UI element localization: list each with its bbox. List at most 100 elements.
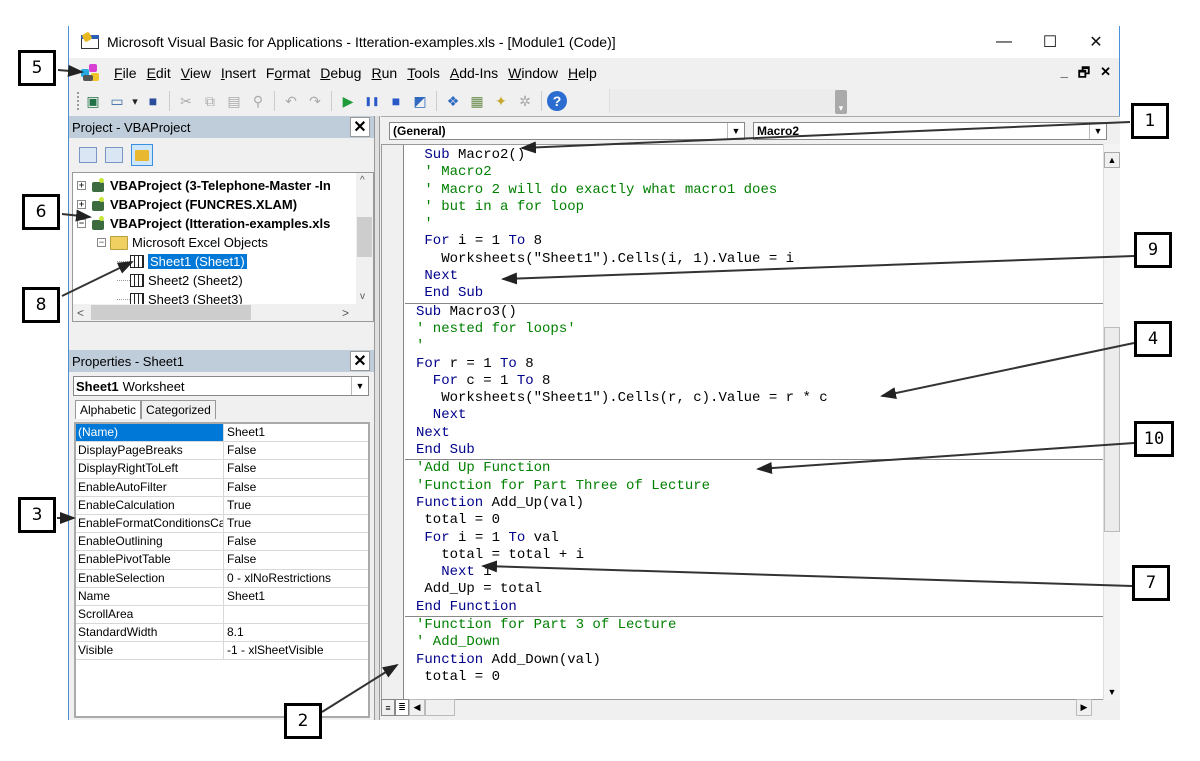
scroll-right-icon[interactable]: > [342,306,349,320]
code-line[interactable]: 'Function for Part Three of Lecture [405,478,1105,495]
pane-splitter[interactable] [374,116,380,720]
property-row[interactable]: EnableAutoFilter False [76,478,368,497]
scroll-thumb[interactable] [357,217,372,257]
code-line[interactable]: Next [405,407,1105,424]
help-icon[interactable]: ? [547,91,567,111]
code-line[interactable]: For i = 1 To 8 [405,233,1105,250]
undo-icon[interactable]: ↶ [280,90,302,112]
scroll-thumb[interactable] [425,699,455,716]
properties-close-button[interactable]: ✕ [350,351,370,371]
property-row[interactable]: StandardWidth 8.1 [76,624,368,643]
scroll-thumb[interactable] [91,305,251,320]
properties-window-icon[interactable]: ▦ [466,90,488,112]
property-value[interactable]: -1 - xlSheetVisible [224,642,368,659]
chevron-down-icon[interactable]: ▼ [351,377,368,395]
design-mode-icon[interactable]: ◩ [409,90,431,112]
menu-window[interactable]: Window [503,65,563,81]
object-combo[interactable]: (General) ▼ [389,122,745,140]
reset-icon[interactable]: ■ [385,90,407,112]
margin-indicator-bar[interactable] [382,145,404,699]
expand-icon[interactable]: + [77,200,86,209]
scroll-left-icon[interactable]: ◀ [409,699,425,716]
property-row[interactable]: DisplayPageBreaks False [76,442,368,461]
code-line[interactable]: Add_Up = total [405,581,1105,598]
code-line[interactable]: Function Add_Down(val) [405,652,1105,669]
view-object-icon[interactable] [105,147,123,163]
menu-file[interactable]: File [109,65,142,81]
code-line[interactable]: ' [405,216,1105,233]
code-line[interactable]: ' but in a for loop [405,199,1105,216]
property-row[interactable]: (Name) Sheet1 [76,424,368,443]
property-row[interactable]: EnablePivotTable False [76,551,368,570]
property-value[interactable]: True [224,497,368,514]
code-line[interactable]: ' Macro 2 will do exactly what macro1 do… [405,182,1105,199]
procedure-combo[interactable]: Macro2 ▼ [753,122,1107,140]
collapse-icon[interactable]: − [77,219,86,228]
tab-categorized[interactable]: Categorized [141,400,216,419]
property-row[interactable]: EnableSelection 0 - xlNoRestrictions [76,569,368,588]
project-explorer-icon[interactable]: ❖ [442,90,464,112]
property-row[interactable]: EnableCalculation True [76,496,368,515]
close-button[interactable]: ✕ [1073,26,1119,58]
chevron-down-icon[interactable]: ▼ [1089,123,1106,139]
code-line[interactable]: 'Add Up Function [405,460,1105,477]
mdi-minimize-button[interactable]: _ [1061,64,1068,86]
code-line[interactable]: End Function [405,599,1105,616]
scroll-up-icon[interactable]: ▲ [1104,152,1120,168]
code-line[interactable]: ' [405,338,1105,355]
code-line[interactable]: Sub Macro3() [405,304,1105,321]
run-icon[interactable]: ▶ [337,90,359,112]
dropdown-icon[interactable]: ▾ [130,90,140,112]
code-line[interactable]: For r = 1 To 8 [405,356,1105,373]
tree-item[interactable]: − Microsoft Excel Objects [97,233,268,252]
code-line[interactable]: total = 0 [405,512,1105,529]
code-line[interactable]: ' Add_Down [405,634,1105,651]
code-line[interactable]: Next [405,268,1105,285]
save-icon[interactable]: ■ [142,90,164,112]
code-line[interactable]: ' nested for loops' [405,321,1105,338]
view-excel-icon[interactable]: ▣ [82,90,104,112]
code-vscrollbar[interactable]: ▲ ▼ [1103,144,1120,700]
menu-debug[interactable]: Debug [315,65,366,81]
property-value[interactable] [224,606,368,623]
code-line[interactable]: End Sub [405,442,1105,459]
scroll-left-icon[interactable]: < [77,306,84,320]
project-tree-hscrollbar[interactable]: < > [73,304,373,321]
property-row[interactable]: Name Sheet1 [76,587,368,606]
scroll-up-icon[interactable]: ^ [360,175,365,186]
property-value[interactable]: 0 - xlNoRestrictions [224,570,368,587]
redo-icon[interactable]: ↷ [304,90,326,112]
property-row[interactable]: EnableOutlining False [76,533,368,552]
menu-add-ins[interactable]: Add-Ins [445,65,503,81]
code-line[interactable]: Worksheets("Sheet1").Cells(i, 1).Value =… [405,251,1105,268]
menu-edit[interactable]: Edit [142,65,176,81]
property-value[interactable]: Sheet1 [224,588,368,605]
tree-item[interactable]: − VBAProject (Itteration-examples.xls [77,214,330,233]
code-text[interactable]: Sub Macro2() ' Macro2 ' Macro 2 will do … [405,145,1105,699]
find-icon[interactable]: ⚲ [247,90,269,112]
property-value[interactable]: False [224,533,368,550]
tree-item[interactable]: Sheet2 (Sheet2) [117,271,243,290]
tab-alphabetic[interactable]: Alphabetic [75,400,142,419]
collapse-icon[interactable]: − [97,238,106,247]
property-value[interactable]: Sheet1 [224,424,368,441]
view-code-icon[interactable] [79,147,97,163]
tree-item[interactable]: + VBAProject (FUNCRES.XLAM) [77,195,297,214]
code-line[interactable]: Sub Macro2() [405,147,1105,164]
code-line[interactable]: For c = 1 To 8 [405,373,1105,390]
menu-run[interactable]: Run [366,65,402,81]
property-row[interactable]: EnableFormatConditionsCalculationTrue [76,514,368,534]
code-line[interactable]: total = total + i [405,547,1105,564]
paste-icon[interactable]: ▤ [223,90,245,112]
property-value[interactable]: 8.1 [224,624,368,641]
full-module-view-button[interactable]: ≣ [395,699,409,716]
code-line[interactable]: total = 0 [405,669,1105,686]
code-line[interactable]: End Sub [405,285,1105,302]
copy-icon[interactable]: ⧉ [199,90,221,112]
scroll-right-icon[interactable]: ▶ [1076,699,1092,716]
property-row[interactable]: Visible -1 - xlSheetVisible [76,642,368,661]
property-row[interactable]: ScrollArea [76,605,368,625]
code-line[interactable]: 'Function for Part 3 of Lecture [405,617,1105,634]
scroll-thumb[interactable] [1104,327,1120,532]
menu-insert[interactable]: Insert [216,65,261,81]
